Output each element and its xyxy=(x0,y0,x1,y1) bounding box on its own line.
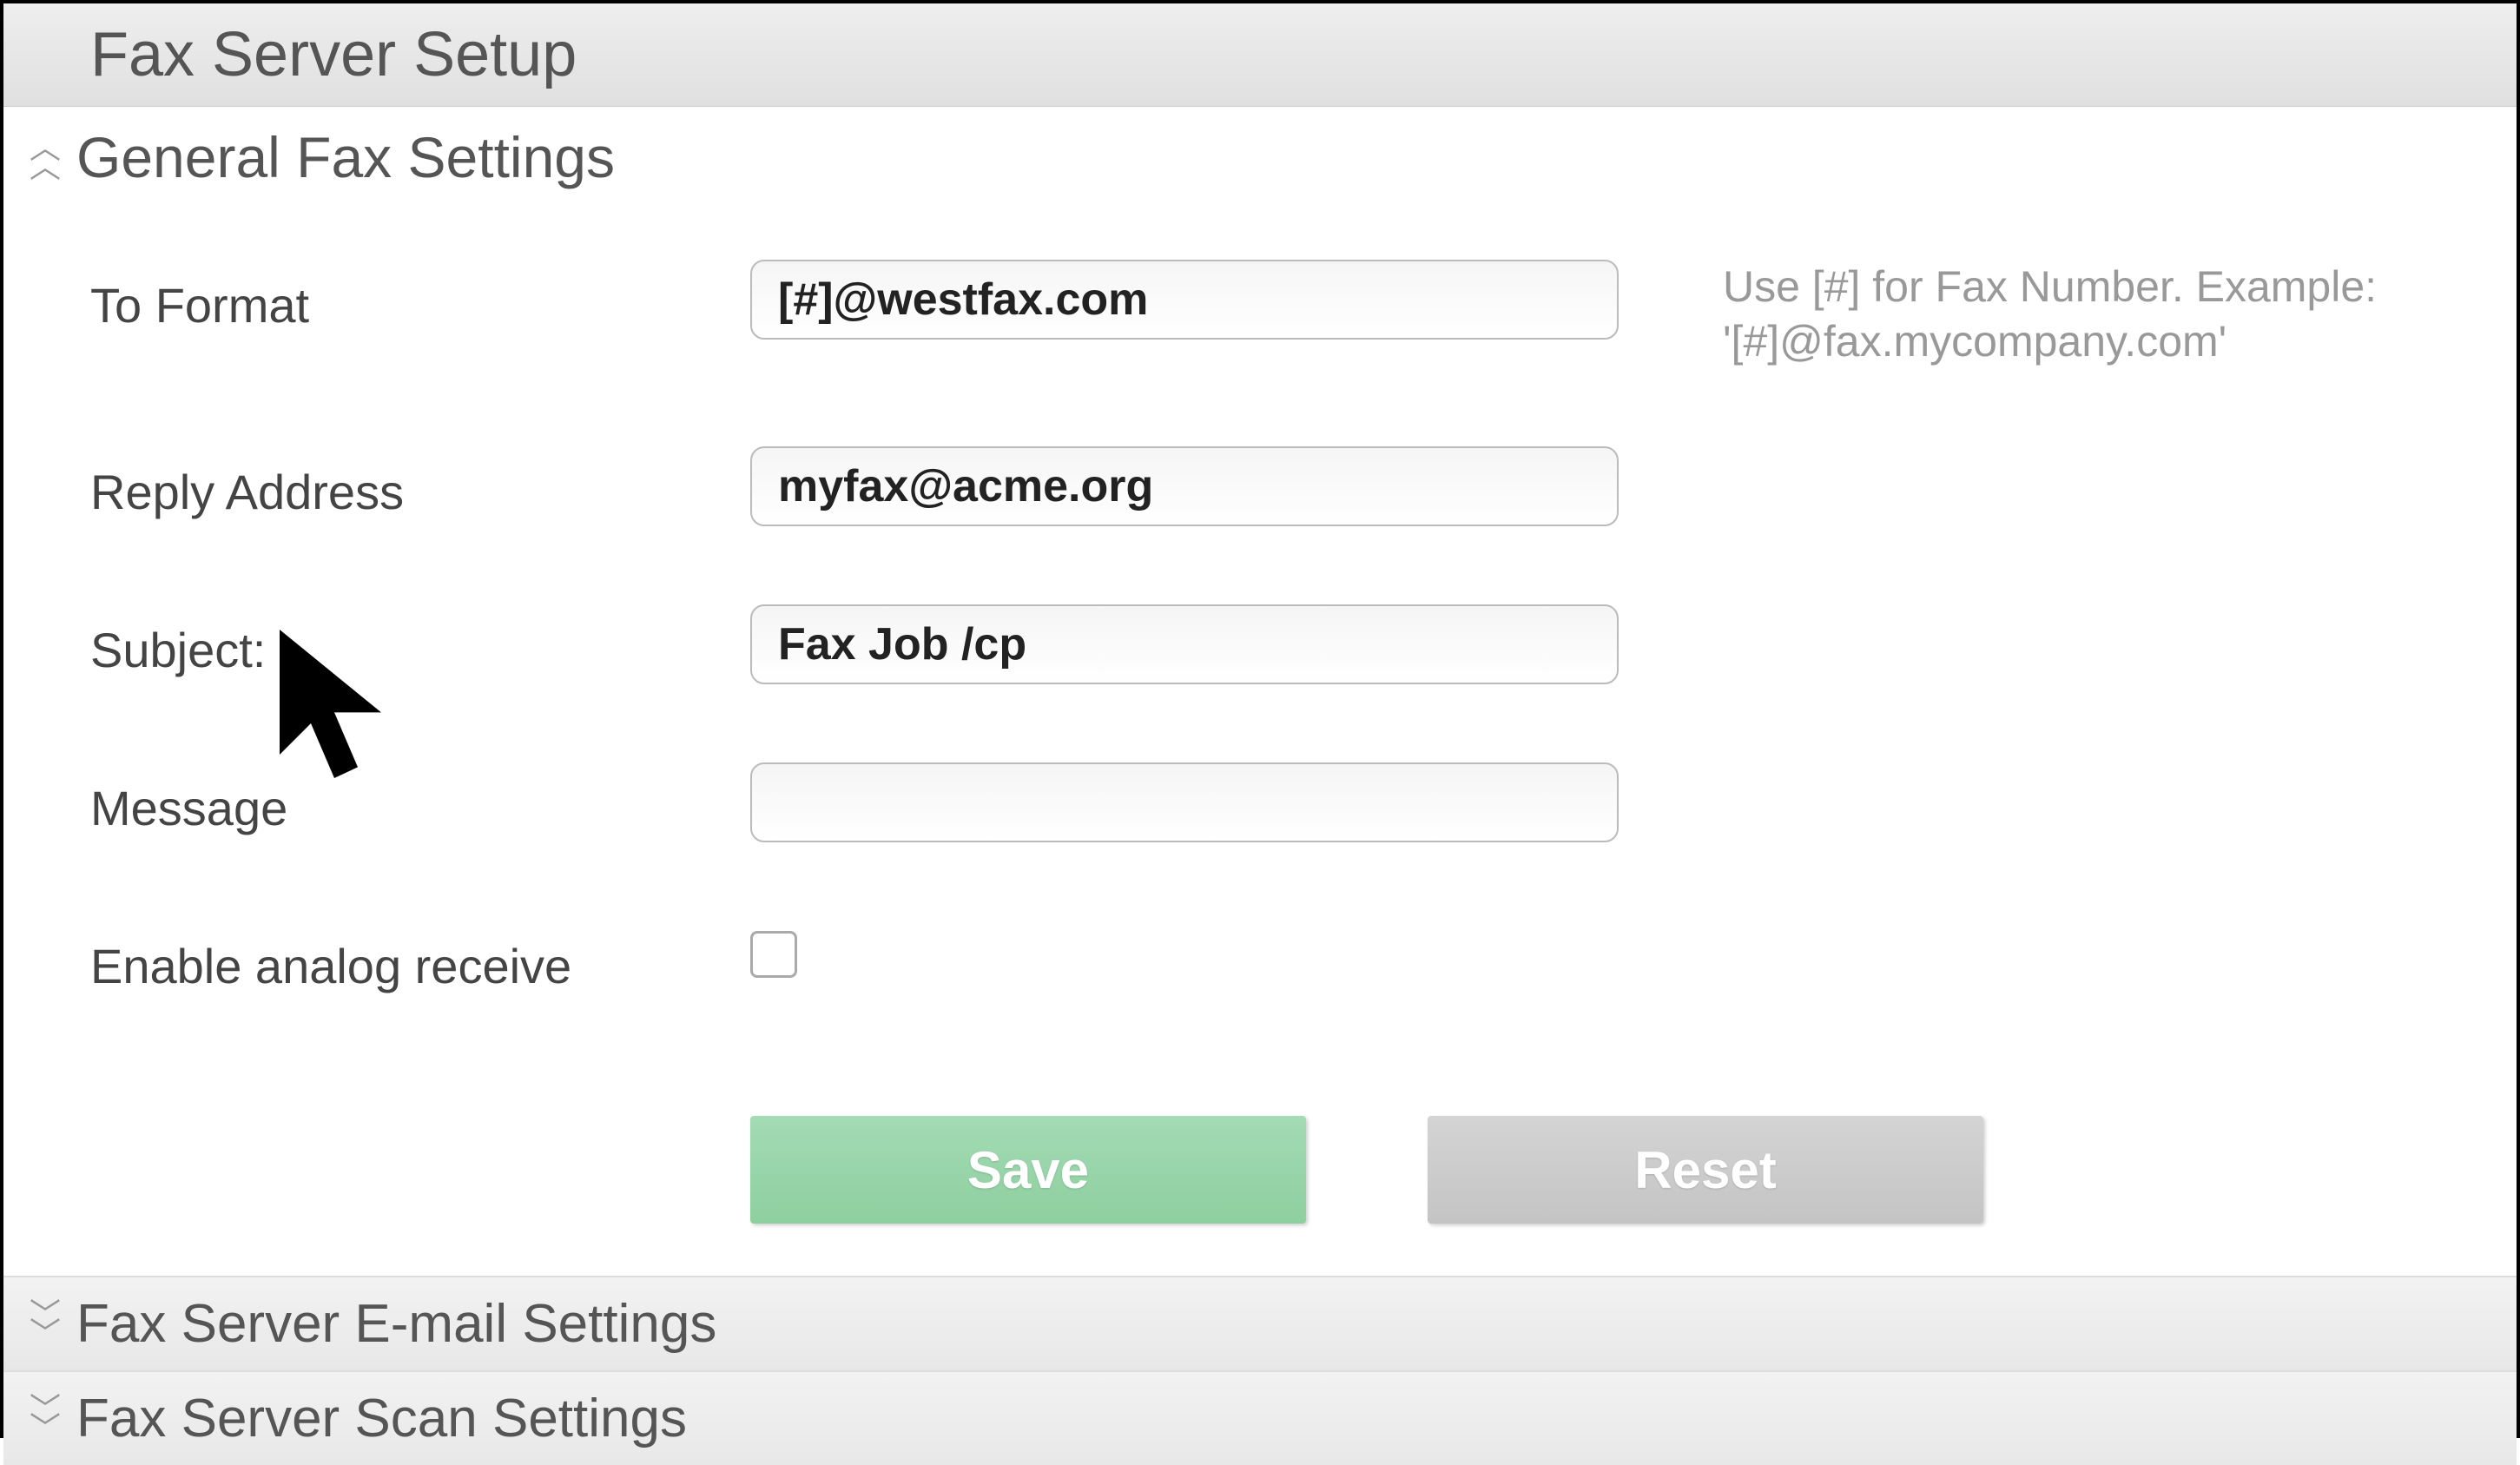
page-header: Fax Server Setup xyxy=(3,3,2517,107)
page-title: Fax Server Setup xyxy=(90,19,2464,90)
section-header-scan[interactable]: ﹀﹀ Fax Server Scan Settings xyxy=(3,1370,2517,1465)
chevron-up-double-icon: ︿︿ xyxy=(30,138,61,175)
save-button[interactable]: Save xyxy=(750,1116,1306,1224)
chevron-down-double-icon: ﹀﹀ xyxy=(30,1400,61,1437)
row-enable-analog: Enable analog receive xyxy=(90,921,2482,994)
row-subject: Subject: xyxy=(90,604,2482,684)
section-title-email: Fax Server E-mail Settings xyxy=(76,1293,716,1355)
general-settings-form: To Format Use [#] for Fax Number. Exampl… xyxy=(3,199,2517,1276)
input-message[interactable] xyxy=(750,762,1619,842)
input-to-format[interactable] xyxy=(750,260,1619,340)
row-reply-address: Reply Address xyxy=(90,446,2482,526)
section-header-email[interactable]: ﹀﹀ Fax Server E-mail Settings xyxy=(3,1276,2517,1370)
label-enable-analog: Enable analog receive xyxy=(90,921,750,994)
input-reply-address[interactable] xyxy=(750,446,1619,526)
section-title-general: General Fax Settings xyxy=(76,124,615,190)
label-to-format: To Format xyxy=(90,260,750,333)
chevron-down-double-icon: ﹀﹀ xyxy=(30,1305,61,1343)
label-subject: Subject: xyxy=(90,604,750,678)
input-subject[interactable] xyxy=(750,604,1619,684)
section-title-scan: Fax Server Scan Settings xyxy=(76,1388,687,1449)
hint-to-format: Use [#] for Fax Number. Example: '[#]@fa… xyxy=(1723,260,2482,368)
button-row: Save Reset xyxy=(750,1099,2482,1224)
label-reply-address: Reply Address xyxy=(90,446,750,520)
row-message: Message xyxy=(90,762,2482,842)
reset-button[interactable]: Reset xyxy=(1428,1116,1983,1224)
row-to-format: To Format Use [#] for Fax Number. Exampl… xyxy=(90,260,2482,368)
section-header-general[interactable]: ︿︿ General Fax Settings xyxy=(3,107,2517,199)
label-message: Message xyxy=(90,762,750,836)
checkbox-enable-analog[interactable] xyxy=(750,931,797,978)
